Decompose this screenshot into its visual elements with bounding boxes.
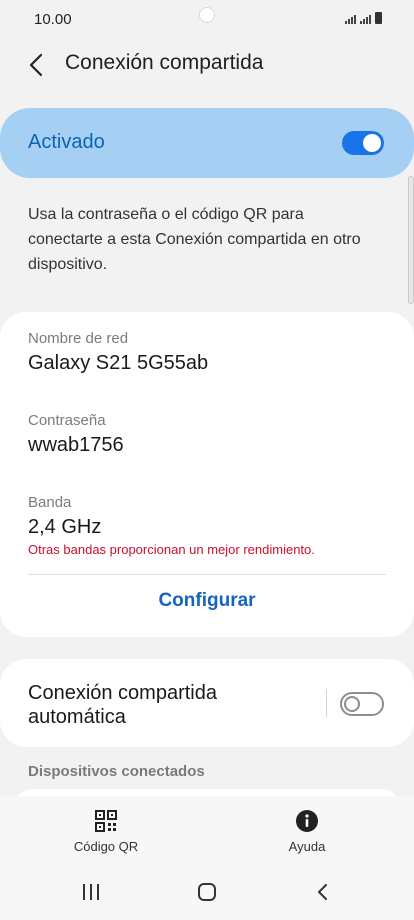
recent-apps-icon (83, 884, 99, 900)
app-header: Conexión compartida (0, 40, 414, 90)
hotspot-status-label: Activado (28, 131, 105, 153)
chevron-left-icon (29, 53, 43, 77)
back-button[interactable] (22, 50, 52, 80)
signal-icon (345, 15, 356, 24)
system-nav-bar (0, 862, 414, 920)
scrollbar[interactable] (408, 176, 414, 304)
battery-icon (375, 12, 382, 24)
page-title: Conexión compartida (65, 51, 264, 74)
back-nav-button[interactable] (303, 880, 343, 904)
camera-cutout (199, 7, 215, 23)
help-button[interactable]: Ayuda (247, 808, 367, 854)
signal-icon (360, 15, 371, 24)
auto-hotspot-switch[interactable] (340, 692, 384, 716)
hotspot-master-toggle-row[interactable]: Activado (0, 108, 414, 178)
status-bar: 10.00 (0, 0, 414, 40)
status-time: 10.00 (34, 11, 72, 28)
back-arrow-icon (318, 884, 327, 900)
band-warning-note: Otras bandas proporcionan un mejor rendi… (28, 542, 315, 557)
qr-code-icon (95, 810, 117, 832)
auto-hotspot-label: Conexión compartida automática (28, 682, 217, 728)
switch-knob (344, 696, 360, 712)
switch-knob (363, 134, 381, 152)
password-label: Contraseña (28, 412, 106, 429)
band-value: 2,4 GHz (28, 516, 102, 538)
vertical-divider (326, 689, 327, 717)
band-label: Banda (28, 494, 72, 511)
qr-code-button[interactable]: Código QR (46, 808, 166, 854)
hotspot-description: Usa la contraseña o el código QR para co… (28, 206, 361, 273)
info-icon (296, 810, 318, 832)
auto-hotspot-row[interactable]: Conexión compartida automática (0, 659, 414, 747)
hotspot-switch[interactable] (342, 131, 384, 155)
network-name-label: Nombre de red (28, 330, 129, 347)
connected-devices-header: Dispositivos conectados (28, 763, 205, 780)
qr-code-label: Código QR (73, 839, 139, 854)
recent-apps-button[interactable] (71, 880, 111, 904)
network-info-card: Nombre de red Galaxy S21 5G55ab Contrase… (0, 312, 414, 637)
network-name-value: Galaxy S21 5G55ab (28, 352, 209, 374)
home-icon (198, 883, 216, 901)
divider (28, 574, 386, 575)
configure-button[interactable]: Configurar (0, 590, 414, 612)
bottom-action-bar: Código QR Ayuda (0, 796, 414, 862)
home-button[interactable] (187, 880, 227, 904)
status-icons (345, 12, 382, 24)
help-label: Ayuda (288, 839, 326, 854)
password-value: wwab1756 (28, 434, 124, 456)
